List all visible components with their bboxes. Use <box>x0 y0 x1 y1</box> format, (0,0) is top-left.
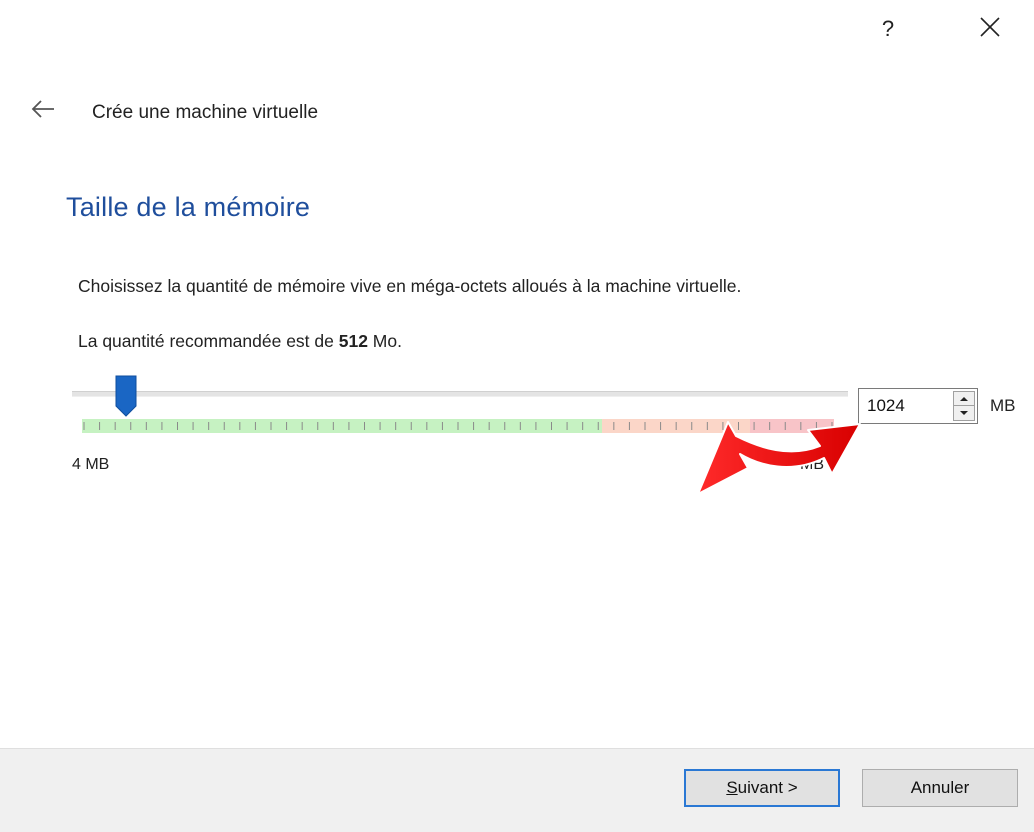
recommended-prefix: La quantité recommandée est de <box>78 331 339 351</box>
memory-unit-label: MB <box>990 396 1016 415</box>
memory-scale <box>82 419 834 433</box>
recommended-suffix: Mo. <box>367 331 402 351</box>
wizard-footer: Suivant > Annuler <box>0 748 1034 832</box>
recommended-value: 512 <box>338 331 368 351</box>
description-text: Choisissez la quantité de mémoire vive e… <box>78 276 742 296</box>
wizard-title: Crée une machine virtuelle <box>92 102 319 123</box>
recommended-text: La quantité recommandée est de 512 Mo. <box>78 331 402 352</box>
memory-input[interactable] <box>867 396 947 416</box>
scale-ticks <box>83 422 833 430</box>
memory-spinbox[interactable] <box>858 388 978 424</box>
page-heading: Taille de la mémoire <box>66 192 311 222</box>
memory-slider-track[interactable] <box>72 391 848 397</box>
spin-up-button[interactable] <box>954 392 974 406</box>
close-button[interactable] <box>970 12 1010 44</box>
triangle-up-icon <box>960 396 968 401</box>
spin-buttons <box>953 391 975 421</box>
triangle-down-icon <box>960 411 968 415</box>
next-button[interactable]: Suivant > <box>684 769 840 807</box>
back-arrow-icon[interactable] <box>30 98 56 120</box>
slider-min-label: 4 MB <box>72 456 110 473</box>
help-button[interactable]: ? <box>868 14 908 44</box>
memory-slider-handle[interactable] <box>114 374 138 418</box>
spin-down-button[interactable] <box>954 406 974 420</box>
next-label-rest: uivant > <box>737 778 798 797</box>
next-mnemonic: S <box>726 778 738 797</box>
slider-max-label: MB <box>800 456 824 473</box>
cancel-button[interactable]: Annuler <box>862 769 1018 807</box>
close-icon <box>980 17 1000 37</box>
